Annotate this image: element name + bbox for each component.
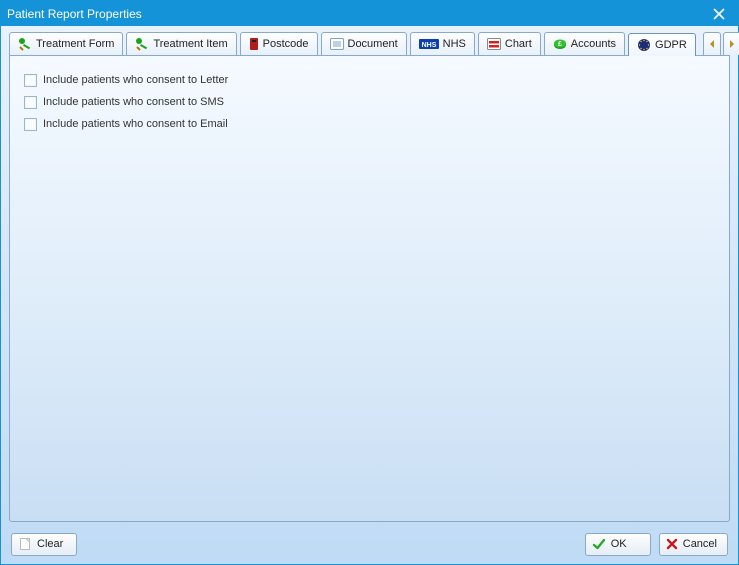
chevron-right-icon	[728, 39, 736, 49]
svg-text:NHS: NHS	[421, 42, 436, 49]
nhs-icon: NHS	[419, 39, 439, 49]
clear-button[interactable]: Clear	[11, 533, 77, 556]
tab-panel: Include patients who consent to Letter I…	[9, 55, 730, 522]
close-icon	[713, 8, 725, 20]
tab-gdpr[interactable]: GDPR	[628, 33, 696, 56]
checkbox-consent-email[interactable]	[24, 118, 37, 131]
tab-scroll-right[interactable]	[723, 32, 739, 55]
clear-icon	[18, 537, 32, 551]
checkbox-consent-sms[interactable]	[24, 96, 37, 109]
dialog-window: Patient Report Properties Treatment Form	[0, 0, 739, 565]
option-consent-letter: Include patients who consent to Letter	[24, 70, 715, 90]
close-button[interactable]	[706, 4, 732, 24]
tab-label: Accounts	[571, 38, 616, 50]
button-label: Clear	[37, 538, 63, 550]
postcode-icon	[249, 37, 259, 51]
tab-nhs[interactable]: NHS NHS	[410, 32, 475, 55]
svg-text:£: £	[558, 41, 562, 48]
titlebar: Patient Report Properties	[1, 1, 738, 26]
accounts-icon: £	[553, 37, 567, 51]
treatment-form-icon	[18, 37, 32, 51]
chart-icon	[487, 38, 501, 50]
option-consent-email: Include patients who consent to Email	[24, 114, 715, 134]
option-label: Include patients who consent to SMS	[43, 96, 224, 108]
cancel-button[interactable]: Cancel	[659, 533, 728, 556]
button-label: Cancel	[683, 538, 717, 550]
document-icon	[330, 38, 344, 50]
tab-postcode[interactable]: Postcode	[240, 32, 318, 55]
tab-label: Postcode	[263, 38, 309, 50]
tab-nav	[703, 32, 739, 55]
tab-scroll-left[interactable]	[703, 32, 721, 55]
option-label: Include patients who consent to Email	[43, 118, 228, 130]
check-icon	[592, 537, 606, 551]
tab-label: NHS	[443, 38, 466, 50]
treatment-item-icon	[135, 37, 149, 51]
tab-label: Document	[348, 38, 398, 50]
tab-label: Treatment Form	[36, 38, 114, 50]
ok-button[interactable]: OK	[585, 533, 651, 556]
tab-chart[interactable]: Chart	[478, 32, 541, 55]
tab-label: Chart	[505, 38, 532, 50]
tab-document[interactable]: Document	[321, 32, 407, 55]
checkbox-consent-letter[interactable]	[24, 74, 37, 87]
gdpr-icon	[637, 38, 651, 52]
tab-treatment-item[interactable]: Treatment Item	[126, 32, 236, 55]
window-title: Patient Report Properties	[7, 7, 706, 21]
tab-strip: Treatment Form Treatment Item Postcode	[1, 26, 738, 55]
option-consent-sms: Include patients who consent to SMS	[24, 92, 715, 112]
tab-accounts[interactable]: £ Accounts	[544, 32, 625, 55]
button-bar: Clear OK Cancel	[1, 530, 738, 564]
tab-label: GDPR	[655, 39, 687, 51]
button-label: OK	[611, 538, 627, 550]
option-label: Include patients who consent to Letter	[43, 74, 228, 86]
cancel-icon	[666, 538, 678, 550]
chevron-left-icon	[708, 39, 716, 49]
gdpr-options: Include patients who consent to Letter I…	[10, 56, 729, 150]
tab-treatment-form[interactable]: Treatment Form	[9, 32, 123, 55]
tab-label: Treatment Item	[153, 38, 227, 50]
